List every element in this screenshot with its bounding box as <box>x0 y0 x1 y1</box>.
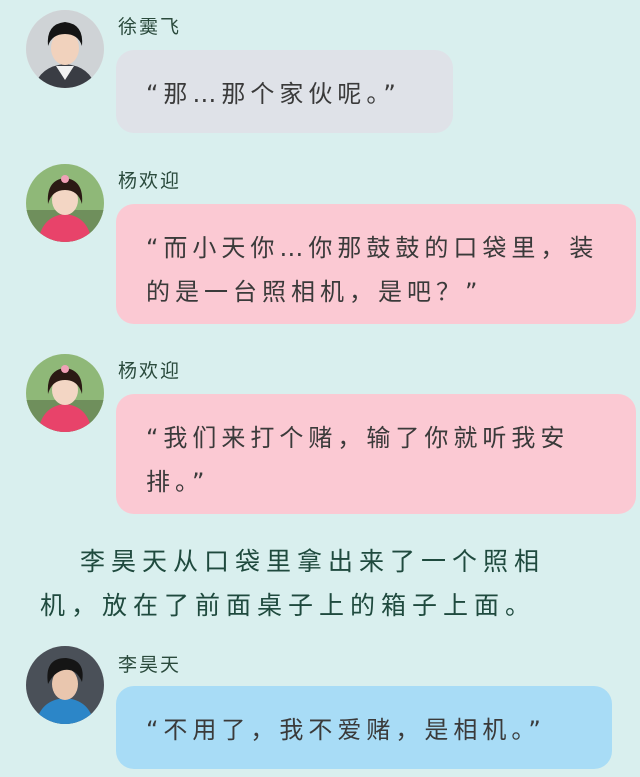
avatar[interactable] <box>26 10 104 88</box>
speaker-name: 徐霙飞 <box>118 16 182 38</box>
message-text: “我们来打个赌，输了你就听我安排。” <box>146 424 570 496</box>
message-text: “那…那个家伙呢。” <box>146 80 401 108</box>
speaker-name: 李昊天 <box>118 654 182 676</box>
avatar[interactable] <box>26 164 104 242</box>
narration-text: 李昊天从口袋里拿出来了一个照相机，放在了前面桌子上的箱子上面。 <box>40 547 546 620</box>
speaker-name: 杨欢迎 <box>118 360 182 382</box>
message-bubble: “不用了，我不爱赌，是相机。” <box>116 686 612 769</box>
message-bubble: “我们来打个赌，输了你就听我安排。” <box>116 394 636 514</box>
message-bubble: “而小天你…你那鼓鼓的口袋里，装的是一台照相机，是吧？” <box>116 204 636 324</box>
message-text: “而小天你…你那鼓鼓的口袋里，装的是一台照相机，是吧？” <box>146 234 599 306</box>
avatar-image <box>26 354 104 432</box>
avatar[interactable] <box>26 354 104 432</box>
message-text: “不用了，我不爱赌，是相机。” <box>146 716 546 744</box>
message-bubble: “那…那个家伙呢。” <box>116 50 453 133</box>
speaker-name: 杨欢迎 <box>118 170 182 192</box>
avatar[interactable] <box>26 646 104 724</box>
avatar-image <box>26 646 104 724</box>
avatar-image <box>26 10 104 88</box>
avatar-image <box>26 164 104 242</box>
